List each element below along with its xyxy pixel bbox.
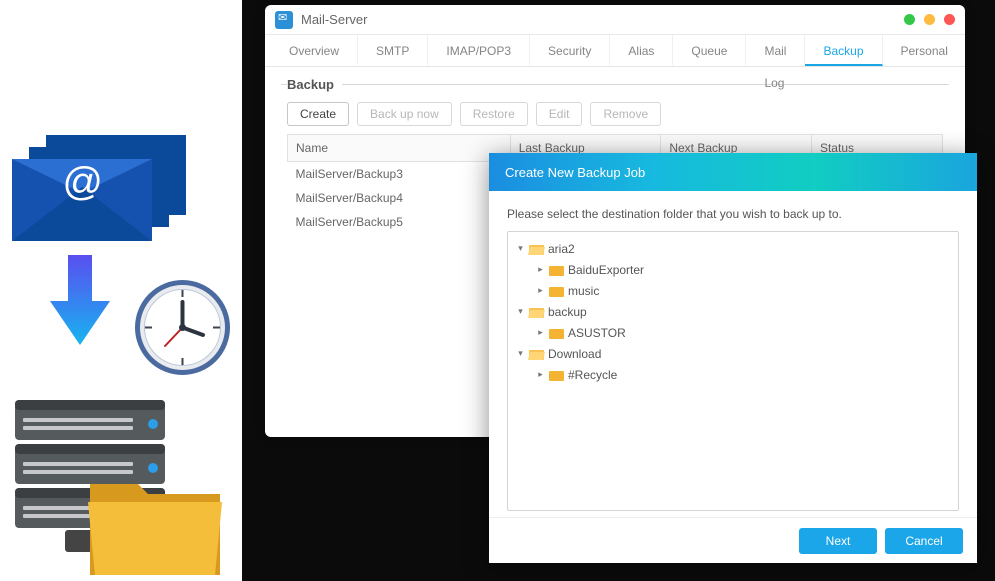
folder-icon — [529, 306, 544, 318]
tree-node[interactable]: ▾ Download — [512, 343, 954, 364]
create-button[interactable]: Create — [287, 102, 349, 126]
main-tabs: Overview SMTP IMAP/POP3 Security Alias Q… — [265, 35, 965, 67]
server-folder-graphic — [5, 400, 225, 578]
folder-tree[interactable]: ▾aria2▸BaiduExporter▸music▾backup▸ASUSTO… — [507, 231, 959, 511]
minimize-button[interactable] — [904, 14, 915, 25]
folder-icon — [549, 264, 564, 276]
folder-icon — [549, 369, 564, 381]
tree-node-label: #Recycle — [568, 368, 617, 382]
tree-expander-icon[interactable]: ▸ — [536, 285, 545, 296]
tree-node-label: aria2 — [548, 242, 575, 256]
tab-queue[interactable]: Queue — [673, 35, 746, 66]
tree-node-label: BaiduExporter — [568, 263, 644, 277]
create-backup-dialog: Create New Backup Job Please select the … — [489, 153, 977, 563]
cancel-button[interactable]: Cancel — [885, 528, 963, 554]
tab-imap-pop3[interactable]: IMAP/POP3 — [428, 35, 530, 66]
tree-node-label: backup — [548, 305, 587, 319]
tree-expander-icon[interactable]: ▸ — [536, 369, 545, 380]
tab-alias[interactable]: Alias — [610, 35, 673, 66]
tree-node-label: music — [568, 284, 599, 298]
titlebar[interactable]: Mail-Server — [265, 5, 965, 35]
tab-mail-log[interactable]: Mail Log — [746, 35, 805, 66]
backup-now-button[interactable]: Back up now — [357, 102, 452, 126]
clock-graphic — [135, 280, 230, 375]
tree-node[interactable]: ▸ ASUSTOR — [512, 322, 954, 343]
next-button[interactable]: Next — [799, 528, 877, 554]
window-controls — [904, 14, 955, 25]
backup-section-title: Backup — [287, 77, 342, 92]
folder-icon — [529, 348, 544, 360]
dialog-title[interactable]: Create New Backup Job — [489, 153, 977, 191]
tree-expander-icon[interactable]: ▾ — [516, 243, 525, 254]
tree-expander-icon[interactable]: ▸ — [536, 264, 545, 275]
tree-node[interactable]: ▾ aria2 — [512, 238, 954, 259]
cell-name: MailServer/Backup4 — [288, 186, 511, 210]
col-name[interactable]: Name — [288, 135, 511, 162]
tree-expander-icon[interactable]: ▾ — [516, 306, 525, 317]
tab-security[interactable]: Security — [530, 35, 610, 66]
tree-node-label: ASUSTOR — [568, 326, 626, 340]
tab-backup[interactable]: Backup — [805, 35, 882, 66]
tree-expander-icon[interactable]: ▸ — [536, 327, 545, 338]
app-icon — [275, 11, 293, 29]
mail-stack-graphic: @ — [12, 125, 202, 245]
arrow-down-graphic — [50, 255, 110, 345]
backup-toolbar: Create Back up now Restore Edit Remove — [287, 102, 943, 126]
folder-icon — [549, 327, 564, 339]
tree-node[interactable]: ▸ BaiduExporter — [512, 259, 954, 280]
dialog-instruction: Please select the destination folder tha… — [507, 207, 959, 221]
tree-node[interactable]: ▾ backup — [512, 301, 954, 322]
tab-personal[interactable]: Personal — [883, 35, 966, 66]
cell-name: MailServer/Backup3 — [288, 162, 511, 187]
tree-node-label: Download — [548, 347, 601, 361]
folder-icon — [529, 243, 544, 255]
tab-overview[interactable]: Overview — [271, 35, 358, 66]
window-title: Mail-Server — [301, 12, 367, 27]
folder-icon — [549, 285, 564, 297]
dialog-footer: Next Cancel — [489, 517, 977, 563]
tree-node[interactable]: ▸ #Recycle — [512, 364, 954, 385]
remove-button[interactable]: Remove — [590, 102, 661, 126]
close-button[interactable] — [944, 14, 955, 25]
cell-name: MailServer/Backup5 — [288, 210, 511, 234]
tree-expander-icon[interactable]: ▾ — [516, 348, 525, 359]
maximize-button[interactable] — [924, 14, 935, 25]
restore-button[interactable]: Restore — [460, 102, 528, 126]
edit-button[interactable]: Edit — [536, 102, 583, 126]
tree-node[interactable]: ▸ music — [512, 280, 954, 301]
svg-text:@: @ — [62, 160, 103, 204]
tab-smtp[interactable]: SMTP — [358, 35, 428, 66]
